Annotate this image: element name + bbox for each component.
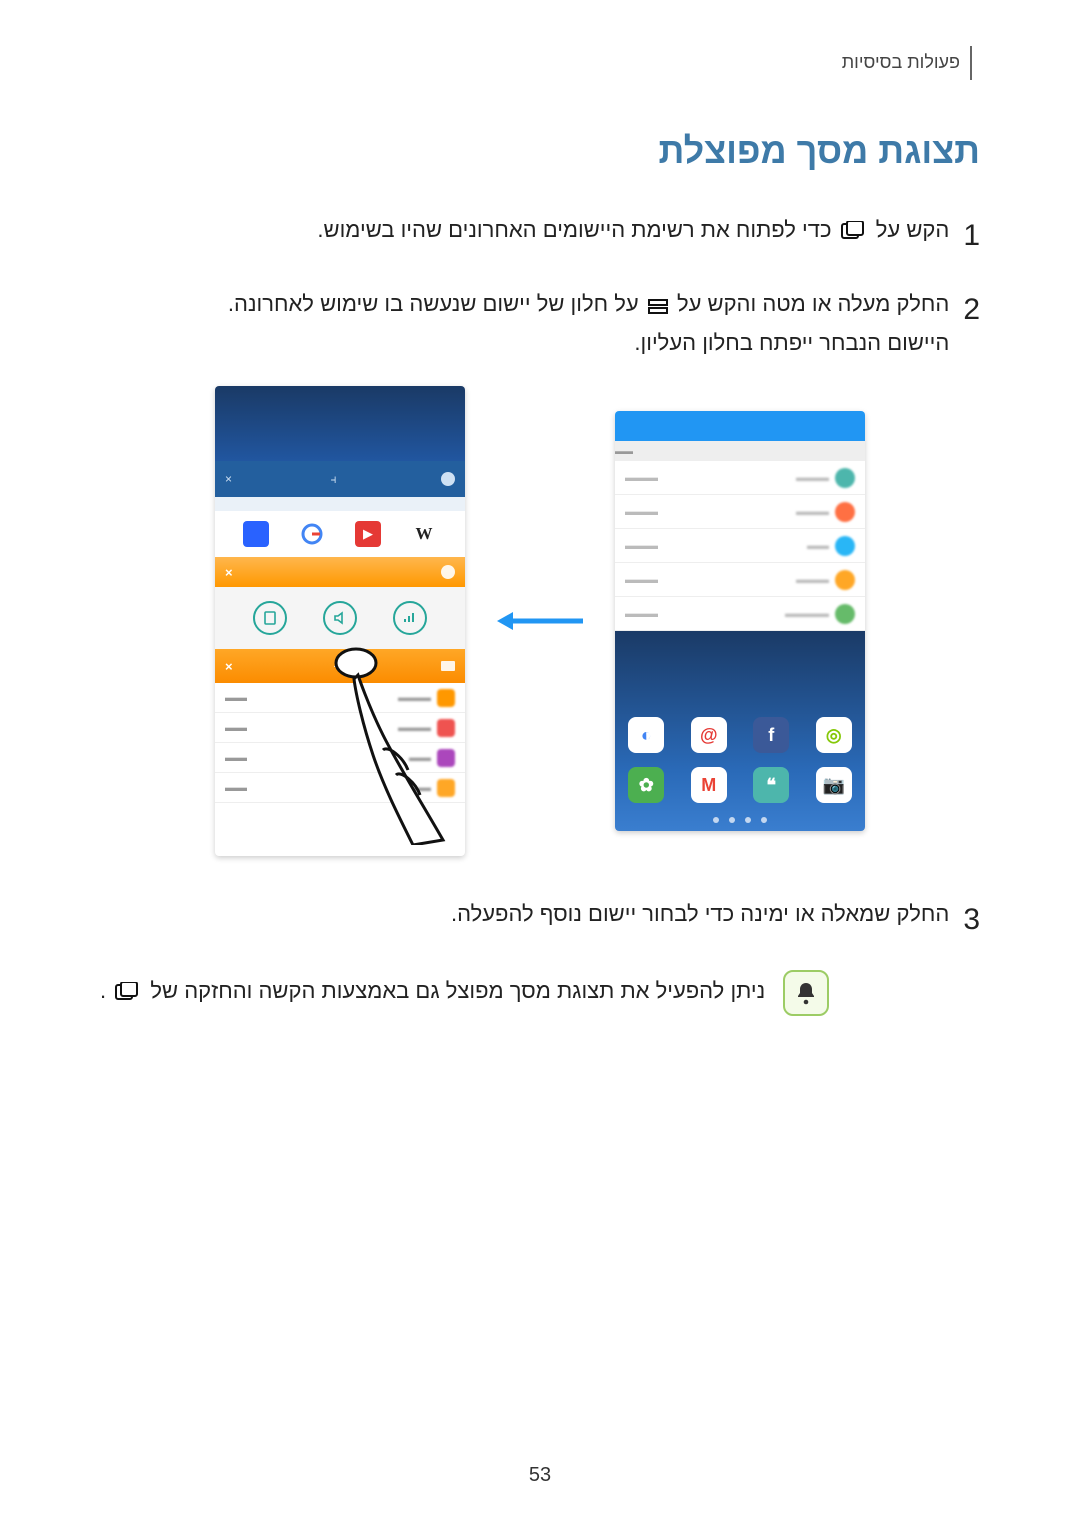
wikipedia-icon: W — [411, 521, 437, 547]
recents-icon — [115, 982, 141, 1008]
app-icon: ❝ — [753, 767, 789, 803]
app-dot-icon — [437, 779, 455, 797]
app-icon — [441, 661, 455, 671]
app-dot-icon — [835, 604, 855, 624]
step-1-text-a: הקש על — [870, 217, 950, 242]
split-icon — [648, 290, 668, 325]
step-3-number: 3 — [963, 896, 980, 944]
app-icon: ◎ — [816, 717, 852, 753]
tip-row: ניתן להפעיל את תצוגת מסך מפוצל גם באמצעו… — [100, 970, 980, 1016]
app-dot-icon — [835, 570, 855, 590]
list-item: ▬▬▬ ▬▬▬ — [615, 461, 865, 495]
recents-icon — [841, 216, 867, 251]
list-item: ▬▬ ▬▬▬ — [215, 683, 465, 713]
tip-text-a: ניתן להפעיל את תצוגת מסך מפוצל גם באמצעו… — [144, 978, 765, 1003]
app-preview-list: ▬▬ ▬▬▬ ▬▬ ▬▬▬ ▬▬ ▬▬ ▬▬ ▬▬ — [215, 683, 465, 803]
app-icon: ◐ — [628, 717, 664, 753]
app-row-1: ◎ f @ ◐ — [615, 717, 865, 753]
app-row-2: 📷 ❝ M ✿ — [615, 767, 865, 803]
bookmark-icons-row: ▶ W — [215, 511, 465, 557]
settings-strip: ▬▬ — [615, 441, 865, 461]
subheader-strip — [215, 497, 465, 511]
step-1-number: 1 — [963, 212, 980, 260]
youtube-icon: ▶ — [355, 521, 381, 547]
app-dot-icon — [437, 719, 455, 737]
list-item: ▬▬▬ ▬▬▬ — [615, 495, 865, 529]
volume-icon — [323, 601, 357, 635]
app-dot-icon — [835, 468, 855, 488]
manual-page: פעולות בסיסיות תצוגת מסך מפוצלת 1 הקש על… — [0, 0, 1080, 1527]
close-x-icon: × — [225, 472, 232, 486]
step-1-text-b: כדי לפתוח את רשימת היישומים האחרונים שהי… — [317, 217, 831, 242]
step-2: 2 החלק מעלה או מטה והקש על על חלון של יי… — [100, 286, 980, 360]
step-3: 3 החלק שמאלה או ימינה כדי לבחור יישום נו… — [100, 896, 980, 944]
top-app-bar — [615, 411, 865, 441]
list-item: ▬▬▬ ▬▬ — [615, 529, 865, 563]
screenshot-split-result: ▬▬ ▬▬▬ ▬▬▬ ▬▬▬ ▬▬▬ ▬▬▬ ▬▬ ▬▬▬ ▬▬▬ — [615, 411, 865, 831]
step-2-text-b: על חלון של יישום שנעשה בו שימוש לאחרונה. — [228, 291, 639, 316]
screenshot-recents: × ⫞ ▶ W × — [215, 386, 465, 856]
tip-text: ניתן להפעיל את תצוגת מסך מפוצל גם באמצעו… — [100, 978, 765, 1008]
gear-icon — [441, 565, 455, 579]
page-title: תצוגת מסך מפוצלת — [100, 130, 980, 172]
app-dot-icon — [835, 502, 855, 522]
nav-dots — [615, 817, 865, 823]
app-icon: @ — [691, 717, 727, 753]
breadcrumb: פעולות בסיסיות — [842, 52, 980, 73]
app-dot-icon — [437, 749, 455, 767]
split-indicator-icon: ⫞ — [334, 658, 341, 674]
home-panel: ◎ f @ ◐ 📷 ❝ M ✿ — [615, 631, 865, 831]
list-item: ▬▬ ▬▬▬ — [215, 713, 465, 743]
signal-icon — [393, 601, 427, 635]
step-2-text-a: החלק מעלה או מטה והקש על — [671, 291, 949, 316]
app-icon: 📷 — [816, 767, 852, 803]
tile-icon — [243, 521, 269, 547]
list-item: ▬▬▬ ▬▬▬ — [615, 563, 865, 597]
app-dot-icon — [437, 689, 455, 707]
tip-text-b: . — [100, 978, 106, 1003]
clipboard-icon — [253, 601, 287, 635]
app-icon: f — [753, 717, 789, 753]
step-2-sub: היישום הנבחר ייפתח בחלון העליון. — [100, 325, 949, 360]
google-g-icon — [301, 523, 323, 545]
step-1-body: הקש על כדי לפתוח את רשימת היישומים האחרו… — [100, 212, 949, 251]
step-2-number: 2 — [963, 286, 980, 334]
close-icon: × — [225, 659, 233, 674]
step-2-body: החלק מעלה או מטה והקש על על חלון של יישו… — [100, 286, 949, 360]
step-3-body: החלק שמאלה או ימינה כדי לבחור יישום נוסף… — [100, 896, 949, 931]
tip-bell-icon — [783, 970, 829, 1016]
tool-bar: × — [215, 557, 465, 587]
list-item: ▬▬ ▬▬ — [215, 743, 465, 773]
wallpaper-strip — [215, 386, 465, 461]
steps-list-cont: 3 החלק שמאלה או ימינה כדי לבחור יישום נו… — [100, 896, 980, 944]
list-item: ▬▬ ▬▬ — [215, 773, 465, 803]
quick-tools — [215, 587, 465, 649]
step-3-text: החלק שמאלה או ימינה כדי לבחור יישום נוסף… — [451, 901, 949, 926]
arrow-left-icon — [495, 606, 585, 636]
step-1: 1 הקש על כדי לפתוח את רשימת היישומים האח… — [100, 212, 980, 260]
page-number: 53 — [0, 1464, 1080, 1487]
illustration-row: × ⫞ ▶ W × — [100, 386, 980, 856]
app-icon: M — [691, 767, 727, 803]
app-dot-icon — [835, 536, 855, 556]
list-item: ▬▬▬ ▬▬▬▬ — [615, 597, 865, 631]
close-icon: × — [225, 565, 233, 580]
app-icon: ✿ — [628, 767, 664, 803]
app-card-header-2: × ⫞ — [215, 649, 465, 683]
settings-list: ▬▬▬ ▬▬▬ ▬▬▬ ▬▬▬ ▬▬▬ ▬▬ ▬▬▬ ▬▬▬ ▬▬▬ ▬▬▬ — [615, 461, 865, 631]
steps-list: 1 הקש על כדי לפתוח את רשימת היישומים האח… — [100, 212, 980, 360]
app-card-header-1: × ⫞ — [215, 461, 465, 497]
split-indicator-icon: ⫞ — [331, 472, 337, 487]
gear-icon — [441, 472, 455, 486]
